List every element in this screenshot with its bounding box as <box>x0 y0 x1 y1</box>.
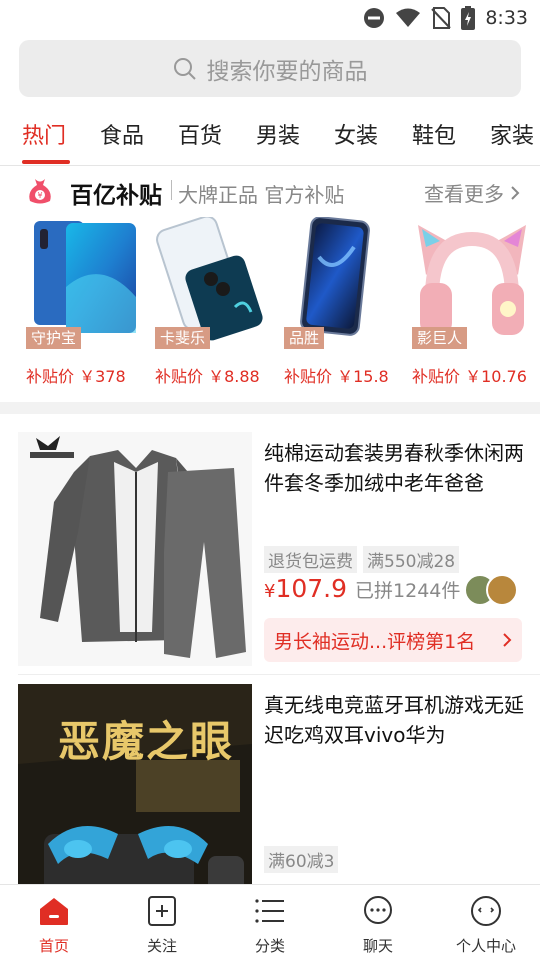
ranking-banner[interactable]: 男长袖运动...评榜第1名 <box>264 618 522 662</box>
tab-general-goods[interactable]: 百货 <box>178 118 222 150</box>
subsidy-header: ¥ 百亿补贴 大牌正品 官方补贴 查看更多 <box>0 167 540 215</box>
list-divider <box>18 674 540 675</box>
chevron-right-icon <box>503 633 512 647</box>
subsidy-item[interactable]: 品胜 补贴价 ￥15.8 <box>284 217 404 393</box>
subsidy-section: ¥ 百亿补贴 大牌正品 官方补贴 查看更多 守护宝 补贴价 ￥378 卡斐乐 补… <box>0 167 540 402</box>
tab-hot[interactable]: 热门 <box>22 118 66 150</box>
home-icon <box>40 898 68 925</box>
promo-tag: 退货包运费 <box>264 546 357 573</box>
subsidy-title: 百亿补贴 <box>70 183 162 209</box>
view-more-label: 查看更多 <box>424 182 504 206</box>
product-image: 恶魔之眼 <box>18 684 252 884</box>
subsidy-price: 补贴价 ￥15.8 <box>284 367 389 386</box>
category-tabs: 热门 食品 百货 男装 女装 鞋包 家装 <box>0 108 540 166</box>
search-bar[interactable]: 搜索你要的商品 <box>19 40 521 97</box>
nav-label: 首页 <box>38 937 69 955</box>
search-input[interactable]: 搜索你要的商品 <box>207 52 368 86</box>
promo-tag: 满60减3 <box>264 846 339 873</box>
subsidy-item[interactable]: 卡斐乐 补贴价 ￥8.88 <box>155 217 275 393</box>
avatar <box>486 574 518 606</box>
wifi-icon <box>396 8 421 27</box>
brand-tag: 影巨人 <box>412 327 468 349</box>
tracksuit-image <box>18 432 252 666</box>
money-bag-icon: ¥ <box>29 179 51 204</box>
ranking-text: 男长袖运动...评榜第1名 <box>274 630 476 653</box>
nav-label: 分类 <box>254 937 285 955</box>
profile-icon <box>471 896 501 926</box>
tab-menswear[interactable]: 男装 <box>256 118 300 150</box>
subsidy-subtitle: 大牌正品 官方补贴 <box>178 183 345 207</box>
bottom-navigation: 首页 关注 分类 聊天 个人中心 <box>0 884 540 960</box>
tab-womenswear[interactable]: 女装 <box>334 118 378 150</box>
brand-tag: 守护宝 <box>26 327 82 349</box>
nav-chat[interactable]: 聊天 <box>324 895 432 959</box>
nav-profile[interactable]: 个人中心 <box>432 895 540 959</box>
chat-icon <box>364 896 392 924</box>
product-card[interactable]: 恶魔之眼 真无线电竞蓝牙耳机游戏无延迟吃鸡双耳vivo华为 满60减3 <box>0 684 540 884</box>
subsidy-item[interactable]: 影巨人 补贴价 ￥10.76 <box>412 217 532 393</box>
category-icon <box>255 899 284 923</box>
chevron-right-icon <box>511 185 520 200</box>
product-title: 纯棉运动套装男春秋季休闲两件套冬季加绒中老年爸爸 <box>264 441 524 495</box>
price-row: ¥ 107.9 已拼1244件 <box>264 574 460 603</box>
currency-symbol: ¥ <box>264 581 276 602</box>
section-separator <box>0 402 540 414</box>
brand-tag: 卡斐乐 <box>155 327 211 349</box>
nav-label: 关注 <box>146 937 177 955</box>
tab-food[interactable]: 食品 <box>100 118 144 150</box>
product-price: 107.9 <box>275 574 348 603</box>
product-title: 真无线电竞蓝牙耳机游戏无延迟吃鸡双耳vivo华为 <box>264 693 524 747</box>
promo-tag: 满550减28 <box>363 546 460 573</box>
svg-text:¥: ¥ <box>37 191 42 200</box>
no-sim-icon <box>431 7 452 29</box>
status-icons: 8:33 <box>363 6 528 30</box>
product-image <box>18 432 252 666</box>
promo-tags: 退货包运费 满550减28 <box>264 546 460 573</box>
status-time: 8:33 <box>485 7 528 29</box>
subsidy-price: 补贴价 ￥8.88 <box>155 367 260 386</box>
tab-home[interactable]: 家装 <box>490 118 534 150</box>
promo-tags: 满60减3 <box>264 846 339 873</box>
do-not-disturb-icon <box>364 8 385 28</box>
view-more-link[interactable]: 查看更多 <box>424 178 520 207</box>
nav-label: 聊天 <box>362 937 393 955</box>
status-bar: 8:33 <box>0 0 540 36</box>
brand-tag: 品胜 <box>284 327 325 349</box>
subsidy-item[interactable]: 守护宝 补贴价 ￥378 <box>26 217 146 393</box>
nav-label: 个人中心 <box>455 937 516 955</box>
subsidy-price: 补贴价 ￥10.76 <box>412 367 527 386</box>
subsidy-price: 补贴价 ￥378 <box>26 367 126 386</box>
buyer-avatars <box>464 574 520 608</box>
sold-count: 已拼1244件 <box>355 580 461 602</box>
product-card[interactable]: 纯棉运动套装男春秋季休闲两件套冬季加绒中老年爸爸 退货包运费 满550减28 ¥… <box>0 432 540 670</box>
follow-icon <box>148 896 176 926</box>
battery-charging-icon <box>461 6 476 30</box>
nav-home[interactable]: 首页 <box>0 895 108 959</box>
nav-follow[interactable]: 关注 <box>108 895 216 959</box>
nav-category[interactable]: 分类 <box>216 895 324 959</box>
active-tab-indicator <box>22 160 70 164</box>
tab-shoes-bags[interactable]: 鞋包 <box>412 118 456 150</box>
product-image-caption: 恶魔之眼 <box>58 717 235 766</box>
search-icon <box>173 57 196 80</box>
subsidy-divider <box>171 180 172 200</box>
